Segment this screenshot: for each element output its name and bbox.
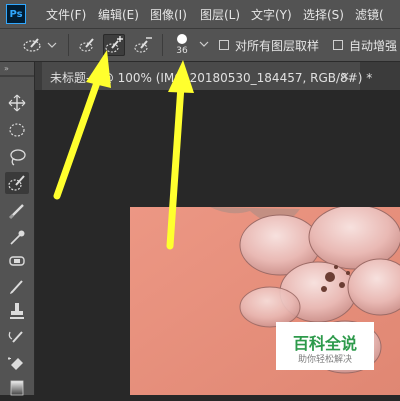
arrow-to-add-selection-icon bbox=[53, 50, 111, 200]
arrow-to-brush-size-icon bbox=[166, 60, 194, 250]
annotation-arrows bbox=[53, 50, 194, 250]
